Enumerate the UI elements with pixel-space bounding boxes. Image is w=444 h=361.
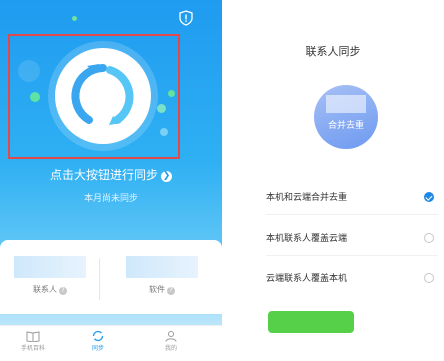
contacts-card[interactable]: 联系人?: [0, 240, 100, 314]
info-icon: ?: [167, 287, 175, 295]
software-card[interactable]: 软件?: [112, 240, 212, 314]
radio-icon[interactable]: [424, 233, 434, 243]
merge-image-placeholder: [326, 95, 366, 113]
decor-dot: [72, 16, 77, 21]
page-title: 联系人同步: [305, 45, 361, 58]
option-merge-dedupe[interactable]: 本机和云端合并去重: [266, 190, 434, 206]
option-merge-dedupe-label: 本机和云端合并去重: [266, 193, 348, 203]
person-icon: [165, 331, 177, 342]
contact-sync-screen: 联系人同步 合并去重 本机和云端合并去重 本机联系人覆盖云端 云端联系人覆盖本机: [222, 0, 444, 361]
radio-icon[interactable]: [424, 273, 434, 283]
sync-hint-label: 点击大按钮进行同步: [49, 168, 158, 182]
highlight-frame: [8, 34, 180, 159]
tab-phone-wiki-label: 手机百科: [20, 345, 45, 352]
option-cloud-overwrite-local[interactable]: 云端联系人覆盖本机: [266, 271, 434, 287]
chevron-right-icon: ❯: [161, 171, 172, 182]
sync-home-screen: 点击大按钮进行同步 ❯ 本月尚未同步 联系人? 软件? 手机百科 同步 我的: [0, 0, 222, 361]
bottom-tab-bar: 手机百科 同步 我的: [0, 325, 222, 361]
tab-sync[interactable]: 同步: [73, 330, 123, 352]
sync-hint[interactable]: 点击大按钮进行同步 ❯: [0, 166, 222, 183]
contacts-card-label: 联系人: [33, 285, 57, 294]
merge-dedupe-badge: 合并去重: [314, 85, 378, 149]
tab-sync-label: 同步: [91, 345, 104, 352]
tab-me-label: 我的: [164, 345, 177, 352]
checked-radio-icon[interactable]: [424, 192, 434, 202]
option-local-overwrite-cloud[interactable]: 本机联系人覆盖云端: [266, 231, 434, 247]
option-local-overwrite-cloud-label: 本机联系人覆盖云端: [266, 234, 348, 244]
software-card-image: [126, 256, 198, 278]
option-divider: [266, 255, 438, 256]
option-divider: [266, 214, 438, 215]
month-status-text: 本月尚未同步: [83, 194, 138, 204]
merge-dedupe-label: 合并去重: [327, 121, 364, 131]
card-divider: [99, 258, 100, 300]
tab-phone-wiki[interactable]: 手机百科: [8, 330, 58, 352]
sync-category-cards: 联系人? 软件?: [0, 240, 222, 314]
contacts-card-image: [14, 256, 86, 278]
confirm-button[interactable]: [268, 311, 354, 333]
sync-icon: [92, 330, 104, 342]
option-cloud-overwrite-local-label: 云端联系人覆盖本机: [266, 274, 348, 284]
shield-icon[interactable]: [179, 10, 193, 26]
software-card-label: 软件: [149, 285, 165, 294]
info-icon: ?: [59, 287, 67, 295]
book-icon: [26, 331, 40, 342]
tab-me[interactable]: 我的: [146, 330, 196, 352]
